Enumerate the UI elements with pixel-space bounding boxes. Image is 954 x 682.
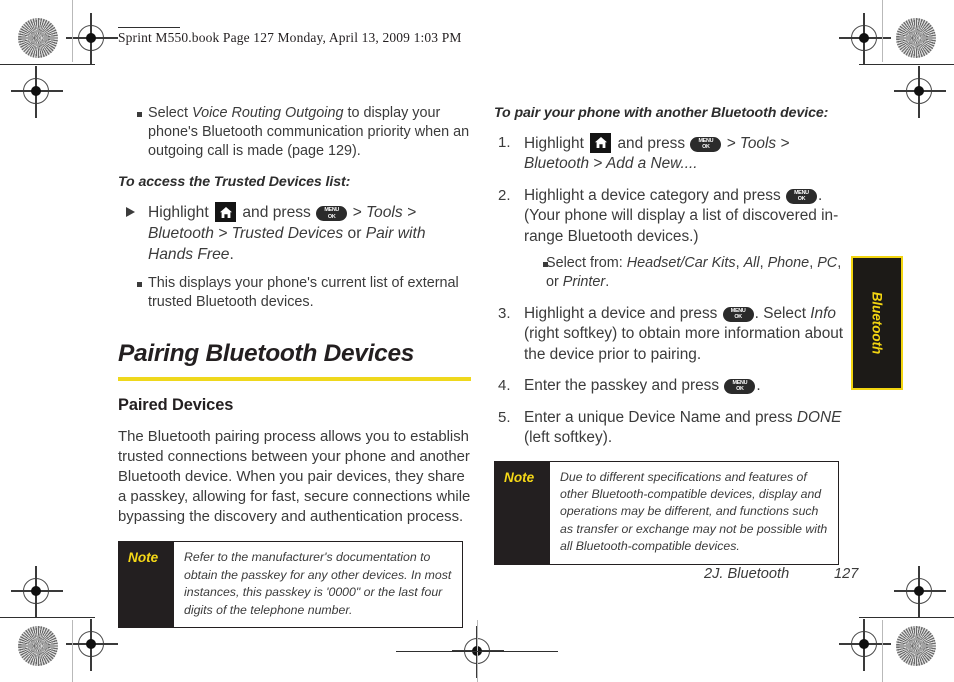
registration-target-dot <box>86 639 96 649</box>
step-5-emphasis-done: DONE <box>796 408 842 426</box>
menu-key-label-line2: OK <box>797 196 806 203</box>
menu-key-label-line2: OK <box>734 313 742 320</box>
registration-target-dot <box>31 586 41 596</box>
step-1-number: 1. <box>498 133 511 151</box>
home-key-icon[interactable] <box>590 132 612 153</box>
step-text-part2: and press <box>238 204 316 222</box>
step-4-number: 4. <box>498 377 511 395</box>
step-2-number: 2. <box>498 186 511 204</box>
crop-line-vertical-right <box>882 0 884 62</box>
right-column: To pair your phone with another Bluetoot… <box>494 104 849 565</box>
option-all: All <box>743 255 760 272</box>
step-4-part1: Enter the passkey and press <box>524 377 724 395</box>
step-3-number: 3. <box>498 304 511 322</box>
registration-target-dot <box>914 86 924 96</box>
running-header: Sprint M550.book Page 127 Monday, April … <box>118 30 462 45</box>
step-5-part2: (left softkey). <box>524 429 613 447</box>
registration-target-dot <box>859 33 869 43</box>
header-rule <box>118 27 180 29</box>
note-body-text: Due to different specifications and feat… <box>560 469 828 554</box>
registration-target-dot <box>31 86 41 96</box>
bullet-displays-trusted-list: This displays your phone's current list … <box>118 274 473 312</box>
registration-starburst-bottom-right <box>896 626 936 666</box>
option-pc: PC <box>817 255 838 272</box>
chapter-side-tab-bluetooth: Bluetooth <box>851 256 903 390</box>
sub-bullet-pre: Select from: <box>546 255 627 272</box>
step-5: 5. Enter a unique Device Name and press … <box>494 408 849 449</box>
step-text-part1: Highlight <box>148 204 214 222</box>
sep-1: , <box>735 255 744 272</box>
side-tab-label: Bluetooth <box>869 291 885 355</box>
step-5-part1: Enter a unique Device Name and press <box>524 408 797 426</box>
note-tag-label: Note <box>495 461 550 564</box>
conjunction-or: or <box>343 225 366 243</box>
menu-key-label-line2: OK <box>702 144 710 151</box>
option-phone: Phone <box>767 255 810 272</box>
home-key-icon[interactable] <box>215 202 237 223</box>
sep-2: , <box>759 255 768 272</box>
registration-target-dot <box>859 639 869 649</box>
option-trusted-devices: Trusted Devices <box>231 225 344 243</box>
note-tag-label: Note <box>119 542 174 628</box>
note-body-text: Refer to the manufacturer's documentatio… <box>184 550 452 617</box>
step-3-emphasis-info: Info <box>810 304 836 322</box>
menu-key-label-line2: OK <box>327 213 336 220</box>
crop-line-center-bottom-h <box>396 651 558 653</box>
step-4: 4. Enter the passkey and press MENU OK. <box>494 376 849 396</box>
crop-line-bottom-left <box>0 617 95 619</box>
menu-ok-key-icon[interactable]: MENU OK <box>316 206 348 222</box>
crop-line-vertical-left-b <box>72 620 74 682</box>
menu-ok-key-icon[interactable]: MENU OK <box>724 379 756 395</box>
bullet-voice-routing: Select Voice Routing Outgoing to display… <box>118 104 473 161</box>
step-3-part1: Highlight a device and press <box>524 304 722 322</box>
step-period: . <box>229 245 234 263</box>
option-printer: Printer <box>562 274 606 291</box>
note-box-passkey: Note Refer to the manufacturer's documen… <box>118 541 463 629</box>
step-2-part1: Highlight a device category and press <box>524 186 785 204</box>
registration-starburst-bottom-left <box>18 626 58 666</box>
section-heading-rule <box>118 377 471 382</box>
note-box-specifications: Note Due to different specifications and… <box>494 460 839 565</box>
step-3: 3. Highlight a device and press MENU OK. … <box>494 304 849 365</box>
registration-target-dot <box>914 586 924 596</box>
step-4-part2: . <box>756 377 761 395</box>
step-2: 2. Highlight a device category and press… <box>494 186 849 293</box>
footer-section-name: 2J. Bluetooth <box>704 566 790 582</box>
crop-line-vertical-left <box>72 0 74 62</box>
menu-key-label-line2: OK <box>736 386 744 393</box>
page-title: Pairing Bluetooth Devices <box>118 339 415 367</box>
crop-line-top-left <box>0 64 95 66</box>
lead-in-pair-phone: To pair your phone with another Bluetoot… <box>494 105 829 121</box>
step-5-number: 5. <box>498 408 511 426</box>
menu-ok-key-icon[interactable]: MENU OK <box>722 306 754 322</box>
step-3-part3: (right softkey) to obtain more informati… <box>524 325 844 363</box>
paragraph-pairing-process: The Bluetooth pairing process allows you… <box>118 428 471 526</box>
lead-in-trusted-devices: To access the Trusted Devices list: <box>118 174 351 191</box>
option-headset-car-kits: Headset/Car Kits <box>626 255 736 272</box>
menu-ok-key-icon[interactable]: MENU OK <box>785 188 817 204</box>
step-2-sub-bullet: Select from: Headset/Car Kits, All, Phon… <box>524 254 849 292</box>
step-1: 1. Highlight and press MENU OK > Tools > … <box>494 132 849 175</box>
bullet-text-pre: Select <box>148 105 192 121</box>
sub-bullet-end: . <box>605 274 610 291</box>
step-3-part2: . Select <box>754 304 811 322</box>
registration-target-dot <box>86 33 96 43</box>
arrow-step-trusted-devices: Highlight and press MENU OK > Tools > Blu… <box>118 202 473 265</box>
sub-heading-paired-devices: Paired Devices <box>118 396 234 415</box>
sep-3: , <box>809 255 818 272</box>
step-1-part1: Highlight <box>524 134 589 152</box>
footer-page-number: 127 <box>834 566 859 582</box>
crop-line-vertical-right-b <box>882 620 884 682</box>
bullet-emphasis-voice-routing-outgoing: Voice Routing Outgoing <box>192 105 344 121</box>
menu-ok-key-icon[interactable]: MENU OK <box>690 136 722 152</box>
step-1-target: Add a New.... <box>606 155 698 173</box>
left-column: Select Voice Routing Outgoing to display… <box>118 104 473 629</box>
crop-line-top-right <box>859 64 954 66</box>
registration-starburst-top-left <box>18 18 58 58</box>
step-1-part2: and press <box>613 134 690 152</box>
registration-starburst-top-right <box>896 18 936 58</box>
crop-line-bottom-right <box>859 617 954 619</box>
